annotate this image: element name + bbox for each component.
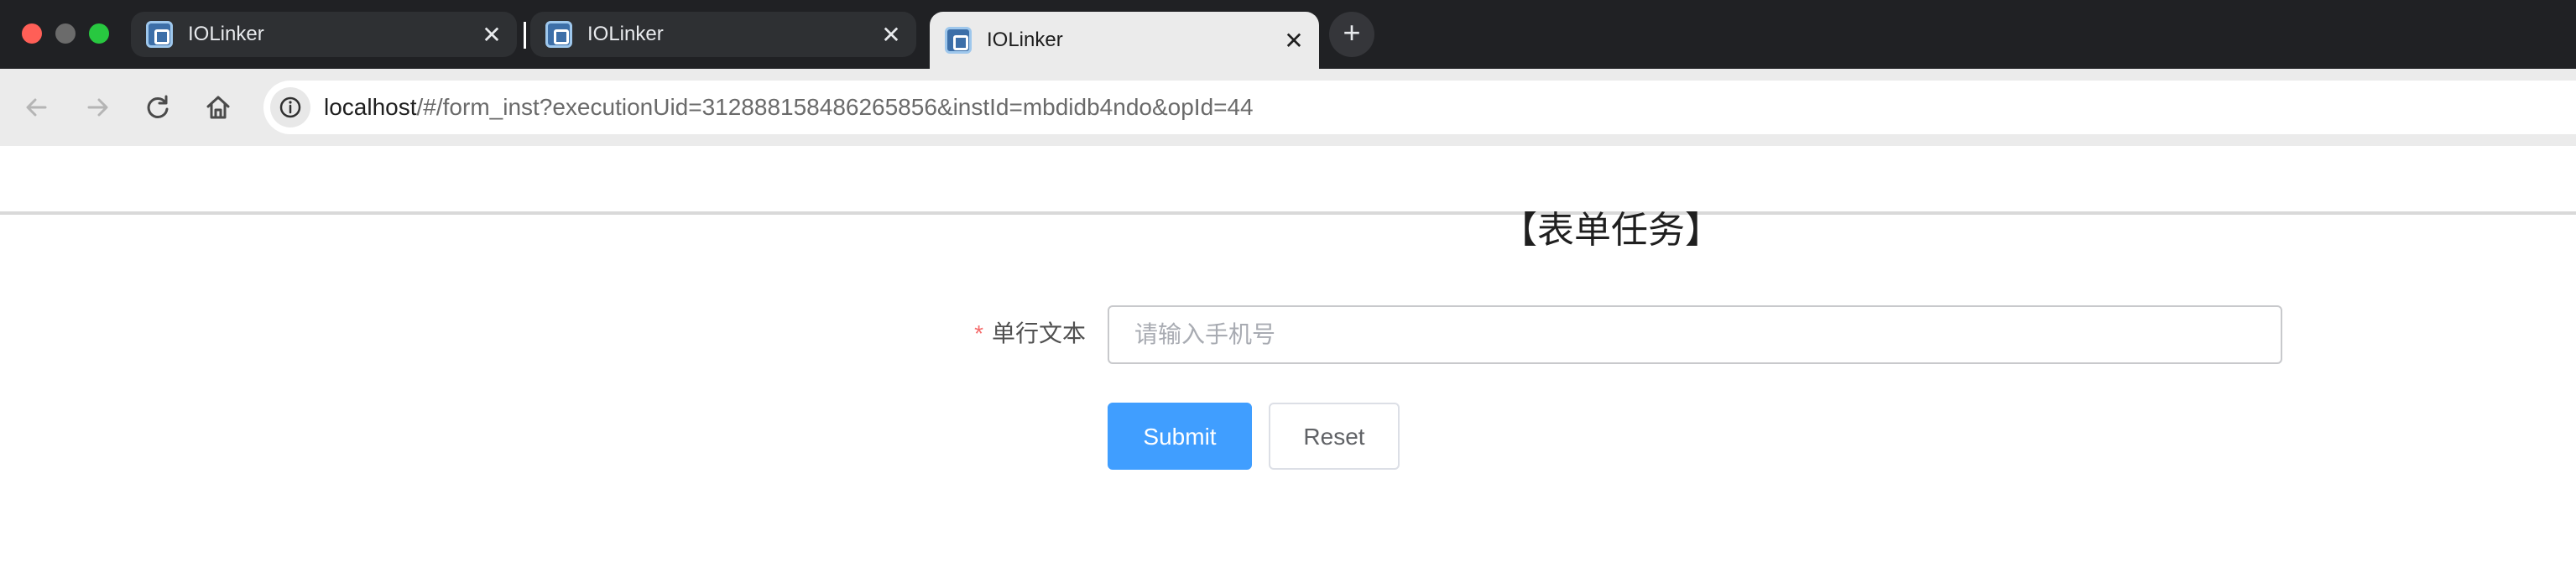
page-title: 【表单任务】 xyxy=(1500,210,1722,251)
arrow-right-icon xyxy=(87,98,108,117)
tab-separator xyxy=(524,22,526,49)
browser-toolbar: localhost/#/form_inst?executionUid=31288… xyxy=(0,69,2576,215)
back-button[interactable] xyxy=(18,89,55,126)
window-close-button[interactable] xyxy=(22,23,42,44)
site-info-button[interactable] xyxy=(270,87,310,127)
browser-tab-2[interactable]: IOLinker ✕ xyxy=(530,12,916,57)
field-label: * 单行文本 xyxy=(940,315,1086,349)
url-text[interactable]: localhost/#/form_inst?executionUid=31288… xyxy=(324,81,1254,134)
url-host: localhost xyxy=(324,94,417,120)
field-label-text: 单行文本 xyxy=(991,320,1086,346)
close-icon[interactable]: ✕ xyxy=(1277,27,1311,55)
window-maximize-button[interactable] xyxy=(89,23,109,44)
tab-title: IOLinker xyxy=(587,23,664,45)
new-tab-button[interactable]: + xyxy=(1329,12,1374,57)
iolinker-favicon-icon xyxy=(945,27,972,54)
info-icon xyxy=(279,96,301,118)
address-bar[interactable]: localhost/#/form_inst?executionUid=31288… xyxy=(263,81,2576,134)
required-mark: * xyxy=(974,320,983,346)
arrow-left-icon xyxy=(26,98,47,117)
iolinker-favicon-icon xyxy=(146,21,173,48)
window-minimize-button[interactable] xyxy=(55,23,76,44)
home-icon xyxy=(206,96,230,119)
reload-icon xyxy=(147,95,169,118)
close-icon[interactable]: ✕ xyxy=(874,21,908,49)
submit-button[interactable]: Submit xyxy=(1108,403,1252,470)
browser-tab-strip: IOLinker ✕ IOLinker ✕ IOLinker ✕ + xyxy=(0,0,2576,69)
iolinker-favicon-icon xyxy=(545,21,572,48)
forward-button[interactable] xyxy=(79,89,116,126)
reset-button[interactable]: Reset xyxy=(1269,403,1400,470)
reload-button[interactable] xyxy=(139,89,176,126)
tab-title: IOLinker xyxy=(188,23,264,45)
url-path: /#/form_inst?executionUid=31288815848626… xyxy=(416,94,1254,120)
home-button[interactable] xyxy=(200,89,237,126)
toolbar-divider xyxy=(0,211,2576,215)
browser-tab-1[interactable]: IOLinker ✕ xyxy=(131,12,517,57)
close-icon[interactable]: ✕ xyxy=(475,21,508,49)
tab-title: IOLinker xyxy=(987,29,1063,51)
browser-tab-3-active[interactable]: IOLinker ✕ xyxy=(930,12,1319,69)
phone-input[interactable] xyxy=(1108,305,2282,364)
